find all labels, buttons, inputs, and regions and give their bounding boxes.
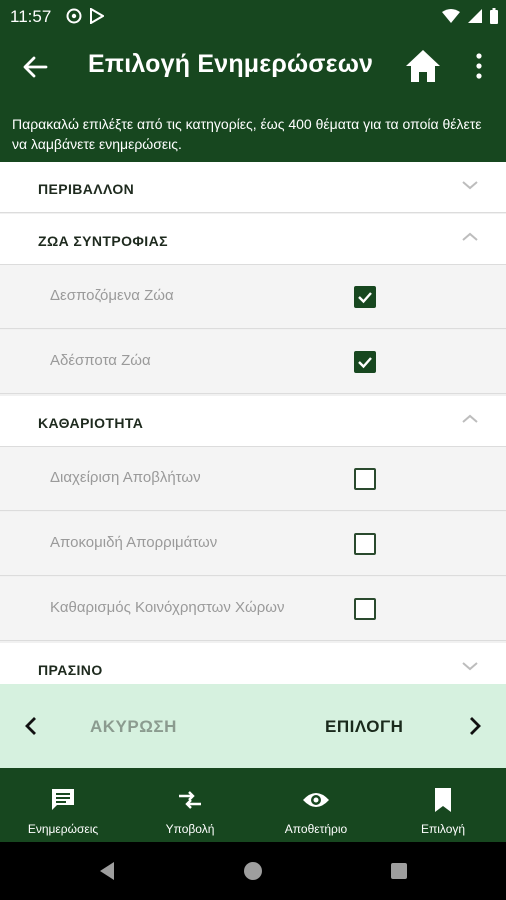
checkbox-unchecked[interactable] xyxy=(354,468,376,490)
category-header-pets[interactable]: ΖΩΑ ΣΥΝΤΡΟΦΙΑΣ xyxy=(0,214,506,265)
chevron-up-icon xyxy=(460,412,480,426)
system-recents-icon[interactable] xyxy=(390,862,408,880)
more-vertical-icon[interactable] xyxy=(468,52,490,80)
instructions-banner: Παρακαλώ επιλέξτε από τις κατηγορίες, έω… xyxy=(0,102,506,162)
at-sign-icon xyxy=(66,8,82,29)
wifi-icon xyxy=(442,9,460,28)
message-icon xyxy=(52,789,74,810)
app-bar: Επιλογή Ενημερώσεων xyxy=(0,32,506,102)
status-bar: 11:57 xyxy=(0,0,506,32)
chevron-left-icon[interactable] xyxy=(22,714,40,738)
list-item[interactable]: Καθαρισμός Κοινόχρηστων Χώρων xyxy=(0,577,506,641)
category-label: ΠΕΡΙΒΑΛΛΟΝ xyxy=(38,181,135,197)
chevron-right-icon[interactable] xyxy=(466,714,484,738)
action-bar: ΑΚΥΡΩΣΗ ΕΠΙΛΟΓΗ xyxy=(0,684,506,768)
eye-icon xyxy=(303,793,329,807)
item-label: Καθαρισμός Κοινόχρηστων Χώρων xyxy=(50,599,285,616)
chevron-down-icon xyxy=(460,659,480,673)
home-icon[interactable] xyxy=(404,48,442,84)
bottom-navigation: Ενημερώσεις Υποβολή Αποθετήριο Επιλογή xyxy=(0,768,506,842)
system-back-icon[interactable] xyxy=(98,861,116,881)
category-label: ΖΩΑ ΣΥΝΤΡΟΦΙΑΣ xyxy=(38,233,168,249)
nav-item-repository[interactable]: Αποθετήριο xyxy=(253,768,379,842)
nav-label: Ενημερώσεις xyxy=(27,822,99,836)
nav-label: Επιλογή xyxy=(420,822,466,836)
battery-icon xyxy=(490,8,498,29)
signal-icon xyxy=(468,9,482,28)
bookmark-icon xyxy=(435,788,451,812)
back-arrow-icon[interactable] xyxy=(22,54,48,80)
checkbox-unchecked[interactable] xyxy=(354,598,376,620)
chevron-down-icon xyxy=(460,178,480,192)
category-label: ΠΡΑΣΙΝΟ xyxy=(38,662,103,678)
list-item[interactable]: Αποκομιδή Απορριμάτων xyxy=(0,512,506,576)
select-button[interactable]: ΕΠΙΛΟΓΗ xyxy=(325,717,403,737)
item-label: Δεσποζόμενα Ζώα xyxy=(50,287,174,304)
item-label: Αποκομιδή Απορριμάτων xyxy=(50,534,218,551)
nav-label: Υποβολή xyxy=(165,822,215,836)
list-item[interactable]: Αδέσποτα Ζώα xyxy=(0,330,506,394)
category-header-green[interactable]: ΠΡΑΣΙΝΟ xyxy=(0,643,506,684)
category-label: ΚΑΘΑΡΙΟΤΗΤΑ xyxy=(38,415,144,431)
nav-item-submit[interactable]: Υποβολή xyxy=(127,768,253,842)
play-store-icon xyxy=(90,7,105,29)
instructions-text: Παρακαλώ επιλέξτε από τις κατηγορίες, έω… xyxy=(12,116,482,152)
category-header-cleanliness[interactable]: ΚΑΘΑΡΙΟΤΗΤΑ xyxy=(0,396,506,447)
nav-item-updates[interactable]: Ενημερώσεις xyxy=(0,768,126,842)
checkbox-unchecked[interactable] xyxy=(354,533,376,555)
item-label: Διαχείριση Αποβλήτων xyxy=(50,469,201,486)
status-time: 11:57 xyxy=(10,7,52,26)
swap-arrows-icon xyxy=(179,791,201,809)
cancel-button[interactable]: ΑΚΥΡΩΣΗ xyxy=(90,717,177,737)
checkbox-checked[interactable] xyxy=(354,286,376,308)
nav-label: Αποθετήριο xyxy=(284,822,348,836)
category-header-environment[interactable]: ΠΕΡΙΒΑΛΛΟΝ xyxy=(0,162,506,213)
checkbox-checked[interactable] xyxy=(354,351,376,373)
page-title: Επιλογή Ενημερώσεων xyxy=(88,50,374,78)
category-list[interactable]: ΠΕΡΙΒΑΛΛΟΝ ΖΩΑ ΣΥΝΤΡΟΦΙΑΣ Δεσποζόμενα Ζώ… xyxy=(0,162,506,684)
system-home-icon[interactable] xyxy=(243,861,263,881)
nav-item-selection[interactable]: Επιλογή xyxy=(380,768,506,842)
chevron-up-icon xyxy=(460,230,480,244)
item-label: Αδέσποτα Ζώα xyxy=(50,352,151,369)
list-item[interactable]: Διαχείριση Αποβλήτων xyxy=(0,447,506,511)
list-item[interactable]: Δεσποζόμενα Ζώα xyxy=(0,265,506,329)
system-navigation-bar xyxy=(0,842,506,900)
